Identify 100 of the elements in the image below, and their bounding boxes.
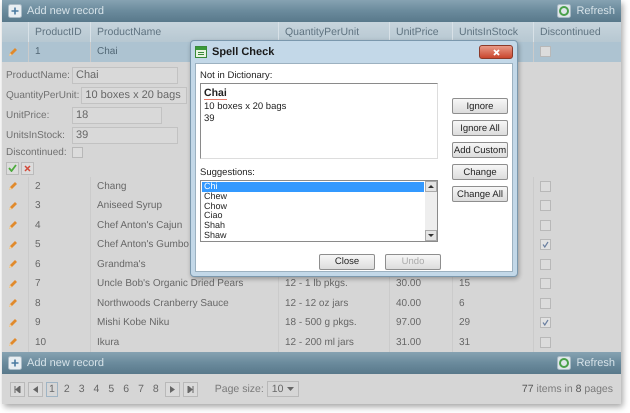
page-link[interactable]: 5: [105, 382, 118, 396]
table-cell: 15: [459, 278, 470, 290]
table-cell: Chang: [97, 180, 126, 192]
save-button[interactable]: [6, 162, 19, 174]
checkbox[interactable]: [540, 220, 551, 231]
checkbox[interactable]: [540, 336, 551, 348]
pencil-icon[interactable]: [8, 181, 18, 192]
pencil-icon[interactable]: [8, 200, 18, 211]
table-cell: Chef Anton's Gumbo: [97, 239, 189, 250]
pager-summary: 77 items in 8 pages: [522, 383, 613, 395]
suggestion-item[interactable]: Chi: [202, 182, 424, 192]
page-link[interactable]: 6: [120, 382, 132, 396]
table-cell: Aniseed Syrup: [97, 200, 162, 212]
input-field[interactable]: 39: [72, 126, 178, 144]
page-link[interactable]: 2: [60, 382, 73, 396]
grid-row[interactable]: 9 Mishi Kobe Niku 18 - 500 g pkgs. 97.00 29: [2, 313, 621, 332]
table-cell: 31: [459, 336, 470, 348]
page-size-dropdown[interactable]: 10: [266, 381, 299, 397]
table-cell: 30.00: [396, 278, 422, 290]
pencil-icon[interactable]: [8, 298, 18, 308]
scrollbar[interactable]: [425, 181, 437, 241]
page-link[interactable]: 7: [135, 382, 147, 396]
table-cell: 9: [35, 317, 41, 328]
checkbox[interactable]: [540, 200, 551, 212]
field-label: Discontinued:: [6, 146, 68, 158]
pencil-icon[interactable]: [8, 46, 18, 57]
table-cell: 12 - 1 lb pkgs.: [285, 278, 348, 290]
table-cell: 2: [35, 180, 41, 192]
dialog-button[interactable]: Close: [319, 254, 375, 270]
add-record-button[interactable]: Add new record: [8, 356, 104, 370]
suggestion-item[interactable]: Chow: [202, 202, 424, 212]
table-cell: Chai: [97, 46, 118, 58]
page-link[interactable]: 1: [46, 382, 58, 396]
suggestion-item[interactable]: Ciao: [202, 211, 424, 222]
table-cell: 5: [35, 239, 41, 250]
checkbox[interactable]: [540, 46, 551, 58]
suggestions-label: Suggestions:: [200, 167, 256, 178]
checkbox[interactable]: [540, 298, 551, 309]
page-link[interactable]: 4: [90, 382, 102, 396]
table-cell: 8: [35, 298, 41, 309]
pencil-icon[interactable]: [8, 220, 18, 230]
column-header[interactable]: Discontinued: [540, 26, 601, 38]
table-cell: Uncle Bob's Organic Dried Pears: [97, 278, 244, 290]
grid-row[interactable]: 8 Northwoods Cranberry Sauce 12 - 12 oz jars 40.00 6: [2, 294, 621, 313]
cancel-button[interactable]: [21, 162, 34, 174]
table-cell: 6: [459, 298, 465, 309]
page-link[interactable]: 8: [150, 382, 162, 396]
text-area[interactable]: Chai 10 boxes x 20 bags 39: [200, 83, 438, 159]
column-header[interactable]: UnitsInStock: [459, 26, 518, 38]
left-triangle-icon: [33, 386, 38, 392]
column-header[interactable]: QuantityPerUnit: [285, 26, 360, 38]
suggestion-item[interactable]: Shaw: [202, 230, 424, 241]
checkbox[interactable]: [540, 258, 551, 270]
add-record-button[interactable]: Add new record: [8, 4, 104, 18]
column-header[interactable]: ProductID: [35, 26, 82, 38]
dialog-button[interactable]: Add Custom: [452, 142, 508, 158]
table-cell: 29: [459, 317, 470, 328]
pencil-icon[interactable]: [8, 337, 18, 348]
last-page-icon: [186, 386, 194, 392]
table-cell: 4: [35, 220, 41, 231]
checkbox[interactable]: [540, 239, 551, 250]
page-link[interactable]: 3: [76, 382, 88, 396]
pencil-icon[interactable]: [8, 318, 18, 328]
refresh-button[interactable]: Refresh: [557, 4, 615, 18]
checkbox[interactable]: [72, 146, 83, 158]
plus-icon: [8, 4, 22, 18]
checkbox[interactable]: [540, 180, 551, 192]
input-field[interactable]: 18: [72, 106, 162, 124]
table-cell: 3: [35, 200, 41, 212]
dialog-button[interactable]: Ignore: [452, 98, 508, 114]
dialog-button[interactable]: Change All: [452, 186, 508, 202]
suggestion-item[interactable]: Chew: [202, 192, 424, 202]
close-icon: [492, 48, 500, 56]
input-field[interactable]: Chai: [72, 66, 178, 84]
page-size-label: Page size:: [214, 383, 264, 395]
window-icon: [195, 46, 207, 58]
table-cell: 10: [35, 336, 46, 348]
first-page-button[interactable]: [10, 382, 25, 396]
column-header[interactable]: ProductName: [97, 26, 162, 38]
refresh-button[interactable]: Refresh: [557, 356, 615, 370]
dialog-button[interactable]: Change: [452, 164, 508, 180]
grid-row[interactable]: 10 Ikura 12 - 200 ml jars 31.00 31: [2, 332, 621, 352]
pencil-icon[interactable]: [8, 240, 18, 250]
cross-icon: [24, 164, 31, 172]
first-page-icon: [14, 386, 21, 392]
dialog-button[interactable]: Ignore All: [452, 120, 508, 136]
field-label: UnitsInStock:: [6, 130, 66, 140]
checkbox[interactable]: [540, 278, 551, 290]
suggestion-item[interactable]: Shah: [202, 221, 424, 231]
grid-row[interactable]: 7 Uncle Bob's Organic Dried Pears 12 - 1 lb pkgs. 30.00 15: [2, 274, 621, 294]
next-page-button[interactable]: [164, 382, 180, 396]
column-header[interactable]: UnitPrice: [396, 26, 439, 38]
input-field[interactable]: 10 boxes x 20 bags: [81, 86, 188, 104]
pencil-icon[interactable]: [8, 278, 18, 289]
close-button[interactable]: [479, 45, 513, 59]
last-page-button[interactable]: [182, 382, 198, 396]
checkbox[interactable]: [540, 317, 551, 328]
suggestions-list[interactable]: Chi Chew Chow Ciao Shah Shaw: [200, 180, 438, 242]
previous-page-button[interactable]: [28, 382, 43, 396]
pencil-icon[interactable]: [8, 259, 18, 270]
